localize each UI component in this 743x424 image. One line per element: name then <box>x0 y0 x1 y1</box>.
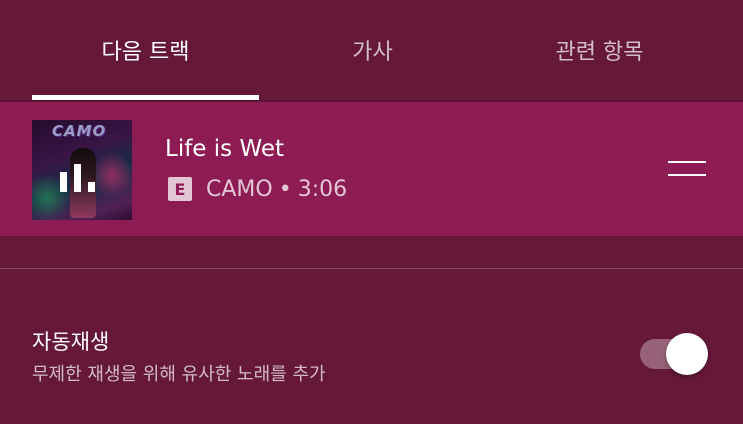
tab-bar: 다음 트랙 가사 관련 항목 <box>0 0 743 102</box>
tab-up-next[interactable]: 다음 트랙 <box>32 0 259 100</box>
tab-up-next-label: 다음 트랙 <box>101 40 190 65</box>
tab-related[interactable]: 관련 항목 <box>486 0 713 100</box>
section-divider <box>0 268 743 269</box>
track-artist: CAMO <box>206 176 273 202</box>
album-art[interactable]: CAMO <box>32 120 132 220</box>
track-title: Life is Wet <box>165 136 285 162</box>
tab-related-label: 관련 항목 <box>555 40 644 65</box>
queue-item-now-playing[interactable]: CAMO Life is Wet E CAMO • 3:06 <box>0 102 743 236</box>
autoplay-description: 무제한 재생을 위해 유사한 노래를 추가 <box>32 364 326 385</box>
toggle-thumb <box>666 333 708 375</box>
drag-handle-icon[interactable] <box>668 158 708 178</box>
track-meta: E CAMO • 3:06 <box>168 176 347 202</box>
autoplay-title: 자동재생 <box>32 330 110 354</box>
equalizer-icon <box>60 164 104 192</box>
tab-lyrics[interactable]: 가사 <box>259 0 486 100</box>
tab-lyrics-label: 가사 <box>352 40 393 65</box>
explicit-badge-icon: E <box>168 177 192 201</box>
meta-separator: • <box>278 176 292 202</box>
autoplay-toggle[interactable] <box>640 333 708 375</box>
track-duration: 3:06 <box>297 176 348 202</box>
